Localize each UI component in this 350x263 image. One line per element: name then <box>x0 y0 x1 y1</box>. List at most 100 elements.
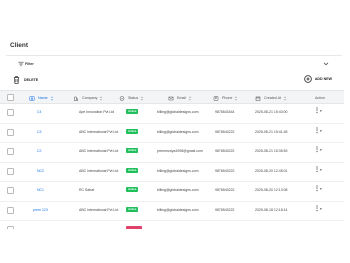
person-icon <box>29 95 35 101</box>
row-checkbox[interactable] <box>7 206 14 214</box>
cell-name[interactable]: C4 <box>37 110 41 114</box>
cell-created-at: 2025-08-20 12:45:01 <box>255 168 288 173</box>
sort-icon <box>100 95 103 101</box>
column-label-name: Name <box>38 96 48 100</box>
column-label-action: Action <box>315 96 325 100</box>
cell-company: ABC International Pvt Ltd <box>79 207 119 212</box>
cell-email: premmoriya1998@gmail.com <box>157 149 203 153</box>
cell-company: RC Sahat <box>79 188 95 192</box>
caret-down-icon[interactable]: ▾ <box>320 168 322 172</box>
cell-phone: 9876543222 <box>215 168 235 173</box>
filter-icon <box>18 61 24 67</box>
trash-icon <box>13 76 20 84</box>
cell-created-at: 2025-08-21 15:41:45 <box>255 129 288 134</box>
caret-down-icon[interactable]: ▾ <box>320 129 322 133</box>
row-checkbox[interactable] <box>7 148 14 155</box>
caret-down-icon[interactable]: ▾ <box>320 187 322 191</box>
column-label-email: Email <box>177 96 186 100</box>
chevron-down-icon[interactable] <box>322 60 330 68</box>
calendar-icon <box>255 96 261 101</box>
table-row-partial <box>0 221 344 229</box>
toolbar: DELETE ADD NEW <box>10 74 332 86</box>
cell-phone: 9876543222 <box>215 207 235 212</box>
status-badge: Active <box>126 167 139 173</box>
cell-created-at: 2025-08-20 12:13:08 <box>255 188 288 192</box>
status-badge: Active <box>126 187 139 192</box>
cell-company: ABC International Pvt Ltd <box>79 129 119 134</box>
cell-email: billing@globaldesigns.com <box>157 129 199 134</box>
table-row[interactable]: C2 ABC International Pvt Ltd Active prem… <box>0 143 344 163</box>
caret-down-icon[interactable]: ▾ <box>320 109 322 113</box>
cell-email: billing@globaldesigns.com <box>157 207 199 212</box>
phone-icon <box>213 95 219 101</box>
cell-email: billing@globaldesigns.com <box>157 188 199 192</box>
cell-name[interactable]: C2 <box>37 149 41 153</box>
sort-icon <box>188 95 192 101</box>
table-row[interactable]: C4 Ape Innovation Pvt Ltd Active billing… <box>0 104 344 124</box>
column-label-created-at: Created At <box>264 96 281 100</box>
add-new-label: ADD NEW <box>314 77 332 81</box>
delete-label: DELETE <box>24 78 39 82</box>
caret-down-icon[interactable]: ▾ <box>320 207 322 211</box>
status-badge: Active <box>126 148 139 153</box>
select-all-checkbox[interactable] <box>7 94 14 101</box>
row-checkbox[interactable] <box>7 109 14 116</box>
cell-name[interactable]: NC2 <box>37 169 44 173</box>
cell-created-at: 2025-08-21 15:35:53 <box>255 149 288 153</box>
row-checkbox[interactable] <box>7 187 14 194</box>
building-icon <box>74 96 78 101</box>
table-row[interactable]: NC1 RC Sahat Active billing@globaldesign… <box>0 182 344 202</box>
cell-name[interactable]: C3 <box>37 130 41 134</box>
cell-email: billing@globaldesigns.com <box>157 110 199 114</box>
status-badge <box>126 226 142 229</box>
column-header-status[interactable]: Status <box>119 94 144 102</box>
sort-icon <box>141 95 144 101</box>
column-header-created-at[interactable]: Created At <box>255 94 287 102</box>
status-badge: Active <box>126 109 139 114</box>
cell-email: billing@globaldesigns.com <box>157 168 199 173</box>
column-header-name[interactable]: Name <box>29 94 54 102</box>
caret-down-icon[interactable]: ▾ <box>320 148 322 152</box>
sort-icon <box>283 95 287 101</box>
cell-company: ABC International Pvt Ltd <box>79 168 119 173</box>
table-row[interactable]: prem 123 ABC International Pvt Ltd Activ… <box>0 202 344 221</box>
cell-company: ABC International Pvt Ltd <box>79 149 119 153</box>
cell-created-at: 2025-08-21 15:43:00 <box>255 110 288 114</box>
row-checkbox[interactable] <box>7 167 14 175</box>
top-bar <box>0 0 350 30</box>
cell-phone: 9876543444 <box>215 110 235 114</box>
title-divider <box>6 55 342 56</box>
row-checkbox[interactable] <box>7 226 14 229</box>
email-icon <box>168 96 174 100</box>
column-header-email[interactable]: Email <box>168 94 192 102</box>
cell-name[interactable]: prem 123 <box>33 208 48 212</box>
column-label-company: Company <box>82 96 98 100</box>
sort-icon <box>235 95 238 101</box>
shield-check-icon <box>119 95 125 101</box>
status-badge: Active <box>126 206 139 212</box>
cell-phone: 9876543222 <box>215 188 235 192</box>
column-label-status: Status <box>128 96 139 100</box>
client-table: Name Company Status Email Phone Created … <box>0 90 344 229</box>
page-title: Client <box>10 42 29 49</box>
column-header-company[interactable]: Company <box>73 94 103 102</box>
table-header: Name Company Status Email Phone Created … <box>0 90 344 104</box>
cell-phone: 9876543222 <box>215 149 235 153</box>
column-label-phone: Phone <box>222 96 233 100</box>
cell-name[interactable]: NC1 <box>37 188 44 192</box>
plus-circle-icon <box>304 75 312 83</box>
table-row[interactable]: NC2 ABC International Pvt Ltd Active bil… <box>0 163 344 182</box>
table-row[interactable]: C3 ABC International Pvt Ltd Active bill… <box>0 124 344 143</box>
sort-icon <box>50 95 53 101</box>
column-header-action: Action <box>315 94 325 102</box>
add-new-button[interactable]: ADD NEW <box>304 75 332 83</box>
cell-company: Ape Innovation Pvt Ltd <box>79 110 115 114</box>
row-checkbox[interactable] <box>7 128 14 136</box>
filter-bar[interactable]: Filter <box>6 58 342 70</box>
cell-created-at: 2025-08-18 12:18:14 <box>255 207 288 212</box>
column-header-phone[interactable]: Phone <box>213 94 238 102</box>
delete-button[interactable]: DELETE <box>13 76 38 84</box>
cell-phone: 9876543222 <box>215 129 235 134</box>
status-badge: Active <box>126 128 139 134</box>
filter-label: Filter <box>25 62 34 66</box>
